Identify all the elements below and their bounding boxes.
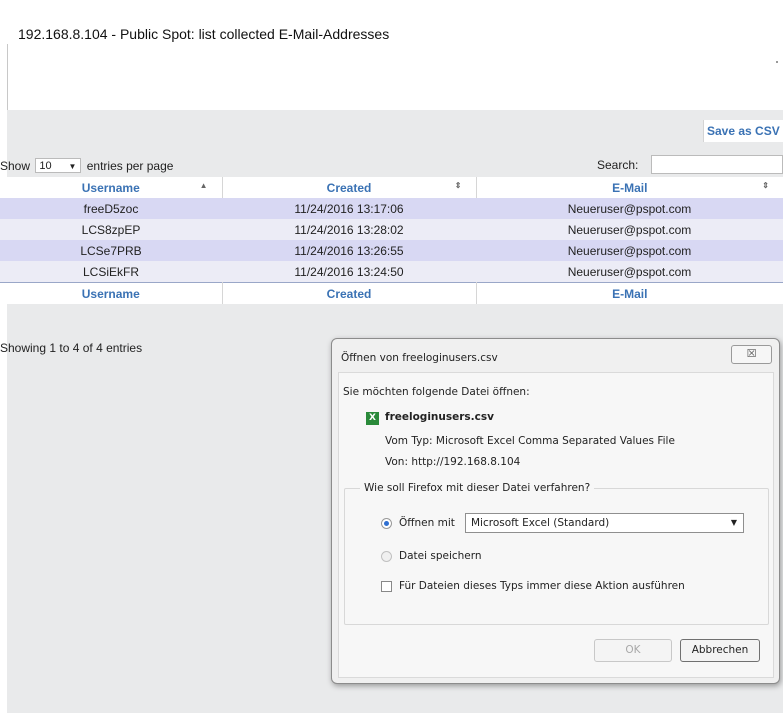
- cell-created: 11/24/2016 13:28:02: [222, 219, 476, 240]
- email-table: Username ▲ Created ⇕ E-Mail ⇕ freeD5zoc 11/…: [0, 177, 783, 304]
- table-row[interactable]: freeD5zoc 11/24/2016 13:17:06 Neueruser@…: [0, 198, 783, 219]
- always-do-this-checkbox[interactable]: [381, 581, 392, 592]
- open-file-dialog: Öffnen von freeloginusers.csv ☒ Sie möch…: [331, 338, 780, 684]
- save-file-label[interactable]: Datei speichern: [399, 550, 482, 562]
- sort-both-icon: ⇕: [762, 181, 769, 190]
- file-type: Vom Typ: Microsoft Excel Comma Separated…: [385, 435, 675, 447]
- cell-email: Neueruser@pspot.com: [476, 240, 783, 261]
- action-legend: Wie soll Firefox mit dieser Datei verfah…: [360, 482, 595, 494]
- dialog-body: Sie möchten folgende Datei öffnen: X fre…: [338, 372, 774, 678]
- close-button[interactable]: ☒: [731, 345, 772, 364]
- entries-per-page-value: 10: [39, 160, 52, 173]
- column-header-label: Created: [326, 180, 372, 195]
- show-label: Show: [0, 159, 31, 173]
- file-name: freeloginusers.csv: [385, 411, 494, 423]
- column-header-username[interactable]: Username ▲: [0, 177, 223, 198]
- dialog-question: Sie möchten folgende Datei öffnen:: [343, 386, 530, 398]
- column-header-email[interactable]: E-Mail ⇕: [476, 177, 783, 198]
- application-select-value: Microsoft Excel (Standard): [471, 517, 610, 529]
- cell-username: freeD5zoc: [0, 198, 222, 219]
- excel-file-icon: X: [366, 412, 379, 425]
- decorative-dot: [776, 61, 778, 63]
- search-label: Search:: [597, 158, 639, 172]
- save-file-radio[interactable]: [381, 551, 392, 562]
- cell-email: Neueruser@pspot.com: [476, 261, 783, 283]
- column-header-label: Username: [81, 180, 140, 195]
- cancel-button[interactable]: Abbrechen: [680, 639, 760, 662]
- entries-length-control: Show 10 ▼ entries per page: [0, 157, 173, 175]
- cell-username: LCS8zpEP: [0, 219, 222, 240]
- cell-created: 11/24/2016 13:17:06: [222, 198, 476, 219]
- column-header-created[interactable]: Created ⇕: [222, 177, 477, 198]
- table-row[interactable]: LCSiEkFR 11/24/2016 13:24:50 Neueruser@p…: [0, 261, 783, 283]
- save-as-csv-button[interactable]: Save as CSV: [703, 120, 783, 142]
- application-select[interactable]: Microsoft Excel (Standard) ▼: [465, 513, 744, 533]
- sort-both-icon: ⇕: [454, 181, 462, 190]
- entries-per-page-label: entries per page: [86, 159, 174, 173]
- file-source: Von: http://192.168.8.104: [385, 456, 521, 468]
- open-with-radio[interactable]: [381, 518, 392, 529]
- page-title: 192.168.8.104 - Public Spot: list collec…: [18, 26, 390, 42]
- sort-ascending-icon: ▲: [199, 181, 208, 190]
- chevron-down-icon: ▼: [730, 518, 737, 527]
- column-footer-email: E-Mail: [476, 282, 783, 304]
- open-with-label[interactable]: Öffnen mit: [399, 517, 455, 529]
- dialog-title: Öffnen von freeloginusers.csv: [341, 352, 498, 364]
- cell-username: LCSiEkFR: [0, 261, 222, 283]
- table-row[interactable]: LCSe7PRB 11/24/2016 13:26:55 Neueruser@p…: [0, 240, 783, 261]
- cell-email: Neueruser@pspot.com: [476, 219, 783, 240]
- table-info: Showing 1 to 4 of 4 entries: [0, 341, 143, 355]
- column-header-label: E-Mail: [612, 180, 648, 195]
- close-icon: ☒: [746, 347, 757, 360]
- cell-email: Neueruser@pspot.com: [476, 198, 783, 219]
- entries-per-page-select[interactable]: 10 ▼: [35, 158, 82, 174]
- cell-created: 11/24/2016 13:24:50: [222, 261, 476, 283]
- column-footer-created: Created: [222, 282, 477, 304]
- search-input[interactable]: [651, 155, 783, 174]
- cell-created: 11/24/2016 13:26:55: [222, 240, 476, 261]
- chevron-down-icon: ▼: [68, 162, 77, 172]
- ok-button[interactable]: OK: [594, 639, 672, 662]
- always-do-this-label[interactable]: Für Dateien dieses Typs immer diese Akti…: [399, 580, 685, 592]
- table-row[interactable]: LCS8zpEP 11/24/2016 13:28:02 Neueruser@p…: [0, 219, 783, 240]
- column-footer-username: Username: [0, 282, 223, 304]
- cell-username: LCSe7PRB: [0, 240, 222, 261]
